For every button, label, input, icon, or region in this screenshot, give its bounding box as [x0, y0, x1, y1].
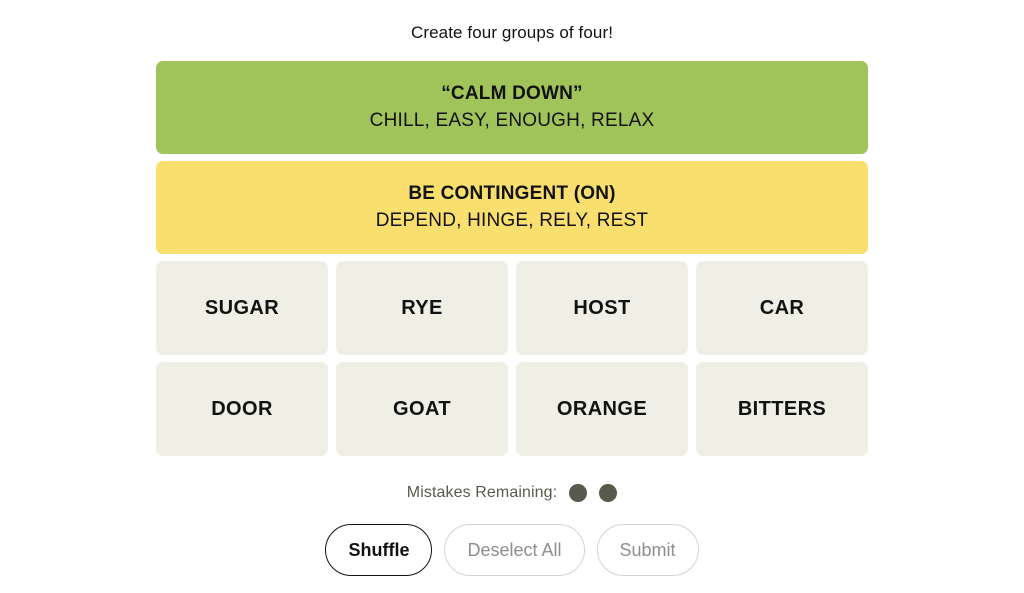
- word-tile[interactable]: HOST: [516, 261, 688, 355]
- puzzle-board: “CALM DOWN” CHILL, EASY, ENOUGH, RELAX B…: [156, 61, 868, 456]
- word-tile-label: HOST: [573, 296, 631, 319]
- word-tile-label: SUGAR: [204, 296, 280, 319]
- word-tile[interactable]: RYE: [336, 261, 508, 355]
- deselect-all-button[interactable]: Deselect All: [444, 524, 585, 576]
- mistakes-remaining: Mistakes Remaining:: [406, 484, 618, 502]
- word-tile[interactable]: BITTERS: [696, 362, 868, 456]
- action-buttons: Shuffle Deselect All Submit: [325, 524, 699, 576]
- word-tile[interactable]: SUGAR: [156, 261, 328, 355]
- mistakes-remaining-label: Mistakes Remaining:: [406, 484, 558, 501]
- word-tile[interactable]: GOAT: [336, 362, 508, 456]
- word-tile[interactable]: ORANGE: [516, 362, 688, 456]
- word-tile[interactable]: DOOR: [156, 362, 328, 456]
- word-tile-label: GOAT: [393, 397, 451, 420]
- tile-row: SUGAR RYE HOST CAR: [156, 261, 868, 355]
- tile-row: DOOR GOAT ORANGE BITTERS: [156, 362, 868, 456]
- mistake-dot: [569, 484, 588, 502]
- word-tile-label: RYE: [401, 296, 443, 319]
- solved-group-members: CHILL, EASY, ENOUGH, RELAX: [369, 110, 655, 131]
- solved-group-members: DEPEND, HINGE, RELY, REST: [375, 210, 649, 231]
- word-tile[interactable]: CAR: [696, 261, 868, 355]
- instruction-text: Create four groups of four!: [410, 23, 614, 42]
- solved-group-title: “CALM DOWN”: [441, 83, 583, 104]
- mistake-dot: [599, 484, 618, 502]
- word-tile-label: DOOR: [211, 397, 273, 420]
- word-tile-label: ORANGE: [556, 397, 648, 420]
- solved-group-title: BE CONTINGENT (ON): [408, 183, 616, 204]
- word-tile-label: BITTERS: [737, 397, 827, 420]
- connections-game: Create four groups of four! “CALM DOWN” …: [0, 0, 1024, 593]
- mistake-dots: [569, 484, 618, 502]
- submit-button[interactable]: Submit: [596, 524, 699, 576]
- shuffle-button[interactable]: Shuffle: [325, 524, 433, 576]
- solved-group-yellow: BE CONTINGENT (ON) DEPEND, HINGE, RELY, …: [156, 161, 868, 254]
- solved-group-green: “CALM DOWN” CHILL, EASY, ENOUGH, RELAX: [156, 61, 868, 154]
- word-tile-label: CAR: [759, 296, 805, 319]
